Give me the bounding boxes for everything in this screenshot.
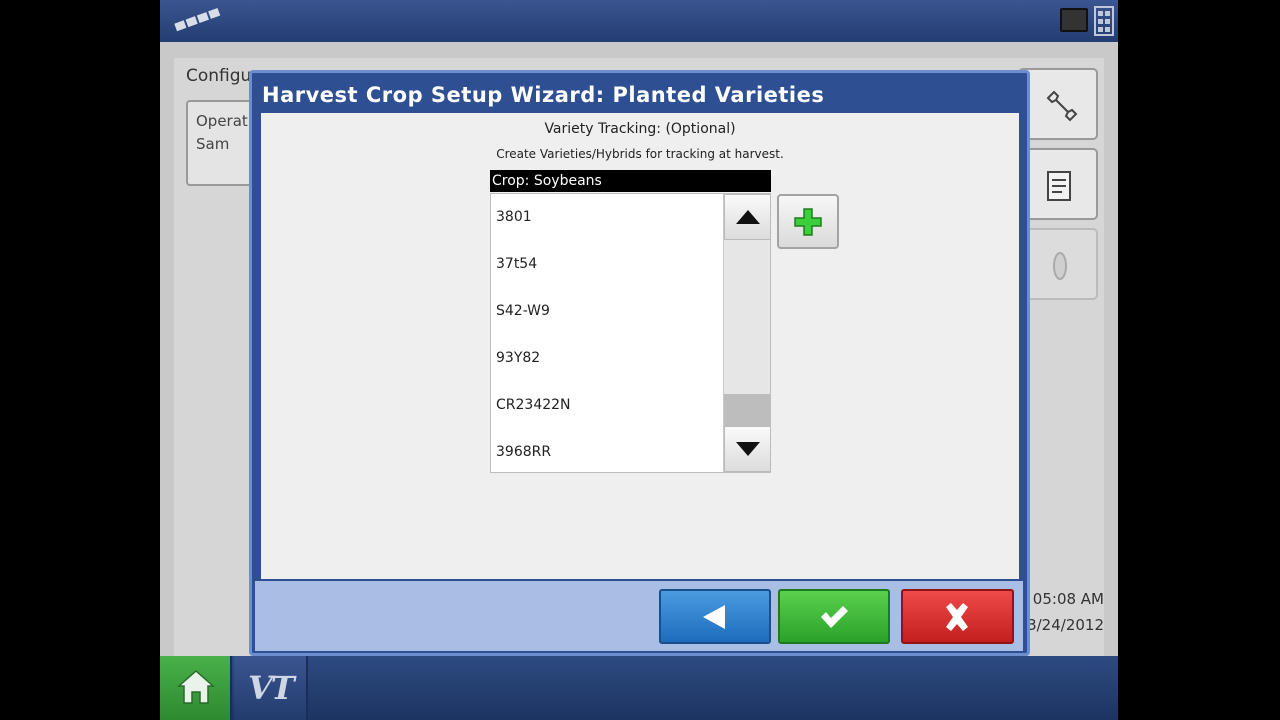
variety-list[interactable]: 3801 37t54 S42-W9 93Y82 CR23422N 3968RR (490, 193, 771, 473)
reports-button[interactable] (1018, 148, 1098, 220)
list-scrollbar[interactable] (723, 194, 771, 472)
dialog-body: Variety Tracking: (Optional) Create Vari… (261, 113, 1019, 579)
close-icon (946, 603, 968, 631)
monitor-icon[interactable] (1060, 8, 1088, 32)
list-item[interactable]: 3968RR (496, 429, 716, 476)
list-item[interactable]: 3801 (496, 194, 716, 241)
home-icon (177, 669, 215, 704)
arrow-down-icon (736, 442, 760, 456)
gps-satellite-icon (174, 7, 221, 32)
scroll-thumb[interactable] (724, 394, 771, 426)
plus-icon (794, 208, 822, 236)
accept-button[interactable] (778, 589, 890, 644)
tools-button[interactable] (1018, 68, 1098, 140)
arrow-up-icon (736, 210, 760, 224)
config-label: Configu (186, 66, 252, 86)
dialog-footer (255, 581, 1023, 651)
home-button[interactable] (160, 656, 232, 720)
display-screen: Configu Operat Sam 05:08 AM 3/24/2012 VT… (160, 0, 1118, 720)
checkmark-icon (821, 606, 848, 628)
crop-list-header: Crop: Soybeans (490, 170, 771, 192)
seed-button[interactable] (1018, 228, 1098, 300)
variety-tracking-subheading: Create Varieties/Hybrids for tracking at… (496, 147, 784, 161)
report-icon (1047, 171, 1071, 201)
list-item[interactable]: S42-W9 (496, 288, 716, 335)
dialog-title: Harvest Crop Setup Wizard: Planted Varie… (262, 83, 825, 107)
scroll-up-button[interactable] (724, 194, 771, 240)
bottom-nav-bar: VT (160, 656, 1118, 720)
wrench-icon (1046, 90, 1078, 122)
variety-tracking-heading: Variety Tracking: (Optional) (544, 121, 736, 137)
list-item[interactable]: 93Y82 (496, 335, 716, 382)
top-status-bar (160, 0, 1118, 42)
list-item[interactable]: 37t54 (496, 241, 716, 288)
vt-button[interactable]: VT (234, 656, 308, 720)
harvest-crop-setup-dialog: Harvest Crop Setup Wizard: Planted Varie… (249, 70, 1030, 656)
back-arrow-icon (703, 605, 725, 629)
seed-icon (1053, 252, 1067, 280)
layout-icon[interactable] (1094, 6, 1114, 36)
list-item[interactable]: CR23422N (496, 382, 716, 429)
cancel-button[interactable] (901, 589, 1014, 644)
back-button[interactable] (659, 589, 771, 644)
vt-label: VT (248, 669, 295, 707)
scroll-down-button[interactable] (724, 426, 771, 472)
add-variety-button[interactable] (777, 194, 839, 249)
